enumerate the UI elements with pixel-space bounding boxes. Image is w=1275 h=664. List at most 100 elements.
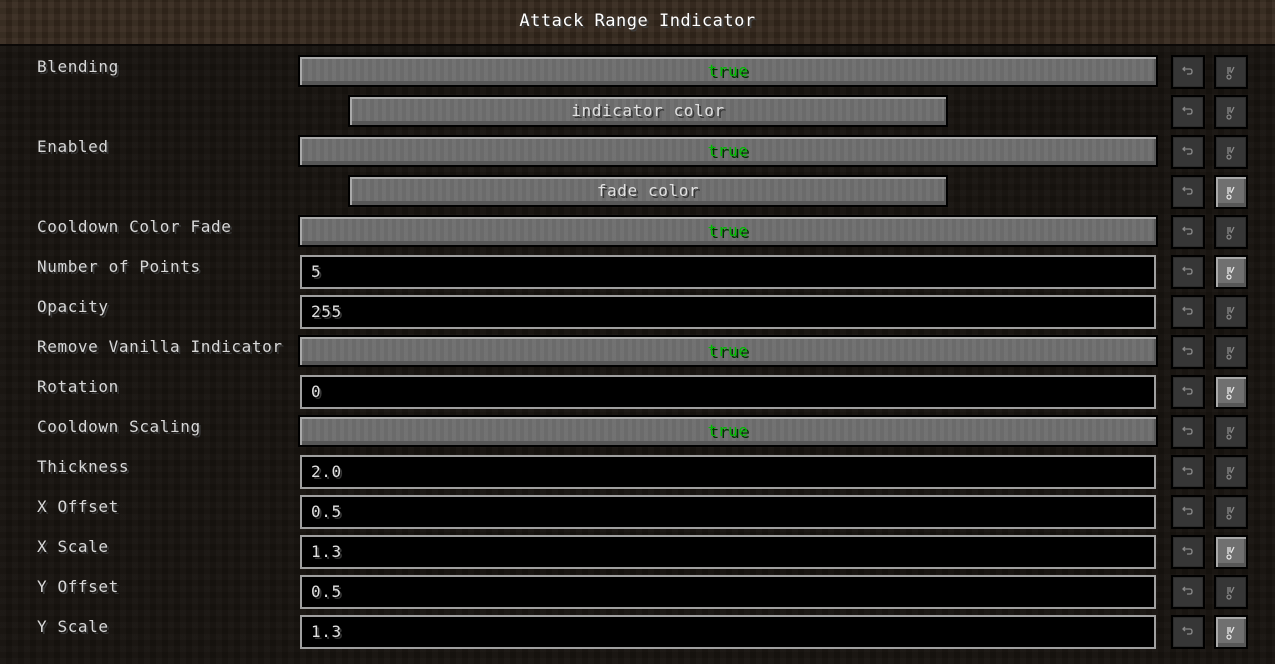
reset-button[interactable] [1214, 175, 1248, 209]
toggle-button[interactable]: true [298, 55, 1158, 87]
reset-button[interactable] [1214, 335, 1248, 369]
reset-button[interactable] [1214, 95, 1248, 129]
config-row: Cooldown Scaling true [0, 415, 1275, 449]
config-row: Thickness 2.0 [0, 455, 1275, 489]
value-input[interactable]: 0.5 [300, 495, 1156, 529]
option-label: Blending [37, 57, 119, 76]
color-button[interactable]: fade color [348, 175, 948, 207]
reset-button[interactable] [1214, 455, 1248, 489]
undo-button[interactable] [1171, 55, 1205, 89]
option-label: X Scale [37, 537, 109, 556]
reset-icon [1216, 106, 1246, 120]
undo-arrow-icon [1173, 226, 1203, 236]
value-input[interactable]: 5 [300, 255, 1156, 289]
undo-button[interactable] [1171, 535, 1205, 569]
undo-button[interactable] [1171, 335, 1205, 369]
reset-button[interactable] [1214, 55, 1248, 89]
reset-button[interactable] [1214, 535, 1248, 569]
reset-button[interactable] [1214, 575, 1248, 609]
reset-icon [1216, 546, 1246, 560]
undo-button[interactable] [1171, 575, 1205, 609]
undo-button[interactable] [1171, 255, 1205, 289]
option-label: Remove Vanilla Indicator [37, 337, 283, 356]
value-input[interactable]: 0.5 [300, 575, 1156, 609]
option-label: Y Offset [37, 577, 119, 596]
toggle-button[interactable]: true [298, 135, 1158, 167]
undo-arrow-icon [1173, 146, 1203, 156]
undo-button[interactable] [1171, 95, 1205, 129]
undo-arrow-icon [1173, 346, 1203, 356]
config-row: Enabled true [0, 135, 1275, 169]
reset-icon [1216, 186, 1246, 200]
undo-button[interactable] [1171, 455, 1205, 489]
color-button[interactable]: indicator color [348, 95, 948, 127]
undo-button[interactable] [1171, 415, 1205, 449]
value-input[interactable]: 1.3 [300, 535, 1156, 569]
reset-button[interactable] [1214, 255, 1248, 289]
toggle-button[interactable]: true [298, 215, 1158, 247]
undo-arrow-icon [1173, 506, 1203, 516]
value-input[interactable]: 1.3 [300, 615, 1156, 649]
toggle-button[interactable]: true [298, 335, 1158, 367]
undo-arrow-icon [1173, 106, 1203, 116]
value-input[interactable]: 0 [300, 375, 1156, 409]
reset-icon [1216, 306, 1246, 320]
config-row: X Offset 0.5 [0, 495, 1275, 529]
page-title: Attack Range Indicator [519, 11, 756, 31]
reset-button[interactable] [1214, 215, 1248, 249]
config-row: Blending true [0, 55, 1275, 89]
config-row: Opacity 255 [0, 295, 1275, 329]
config-row: Rotation 0 [0, 375, 1275, 409]
reset-button[interactable] [1214, 295, 1248, 329]
reset-icon [1216, 266, 1246, 280]
undo-button[interactable] [1171, 175, 1205, 209]
value-input[interactable]: 255 [300, 295, 1156, 329]
undo-button[interactable] [1171, 215, 1205, 249]
option-label: Opacity [37, 297, 109, 316]
option-label: Y Scale [37, 617, 109, 636]
option-label: Enabled [37, 137, 109, 156]
toggle-value: true [707, 61, 749, 80]
toggle-button[interactable]: true [298, 415, 1158, 447]
reset-icon [1216, 506, 1246, 520]
config-row: Cooldown Color Fade true [0, 215, 1275, 249]
reset-icon [1216, 66, 1246, 80]
option-label: Cooldown Scaling [37, 417, 201, 436]
toggle-value: true [707, 141, 749, 160]
reset-button[interactable] [1214, 615, 1248, 649]
undo-button[interactable] [1171, 135, 1205, 169]
toggle-value: true [707, 341, 749, 360]
undo-button[interactable] [1171, 495, 1205, 529]
config-row: Number of Points 5 [0, 255, 1275, 289]
reset-icon [1216, 226, 1246, 240]
reset-button[interactable] [1214, 495, 1248, 529]
config-row: X Scale 1.3 [0, 535, 1275, 569]
reset-button[interactable] [1214, 415, 1248, 449]
reset-icon [1216, 346, 1246, 360]
config-row: Remove Vanilla Indicator true [0, 335, 1275, 369]
undo-arrow-icon [1173, 66, 1203, 76]
undo-button[interactable] [1171, 375, 1205, 409]
reset-icon [1216, 426, 1246, 440]
undo-arrow-icon [1173, 386, 1203, 396]
reset-icon [1216, 626, 1246, 640]
option-label: X Offset [37, 497, 119, 516]
reset-button[interactable] [1214, 375, 1248, 409]
undo-arrow-icon [1173, 586, 1203, 596]
option-label: Rotation [37, 377, 119, 396]
value-input[interactable]: 2.0 [300, 455, 1156, 489]
undo-arrow-icon [1173, 466, 1203, 476]
reset-icon [1216, 466, 1246, 480]
undo-arrow-icon [1173, 546, 1203, 556]
header: Attack Range Indicator [0, 0, 1275, 46]
undo-arrow-icon [1173, 266, 1203, 276]
undo-arrow-icon [1173, 426, 1203, 436]
reset-icon [1216, 386, 1246, 400]
config-row: Y Scale 1.3 [0, 615, 1275, 649]
toggle-value: true [707, 221, 749, 240]
undo-arrow-icon [1173, 626, 1203, 636]
reset-button[interactable] [1214, 135, 1248, 169]
undo-button[interactable] [1171, 295, 1205, 329]
config-row: fade color [0, 175, 1275, 209]
undo-button[interactable] [1171, 615, 1205, 649]
